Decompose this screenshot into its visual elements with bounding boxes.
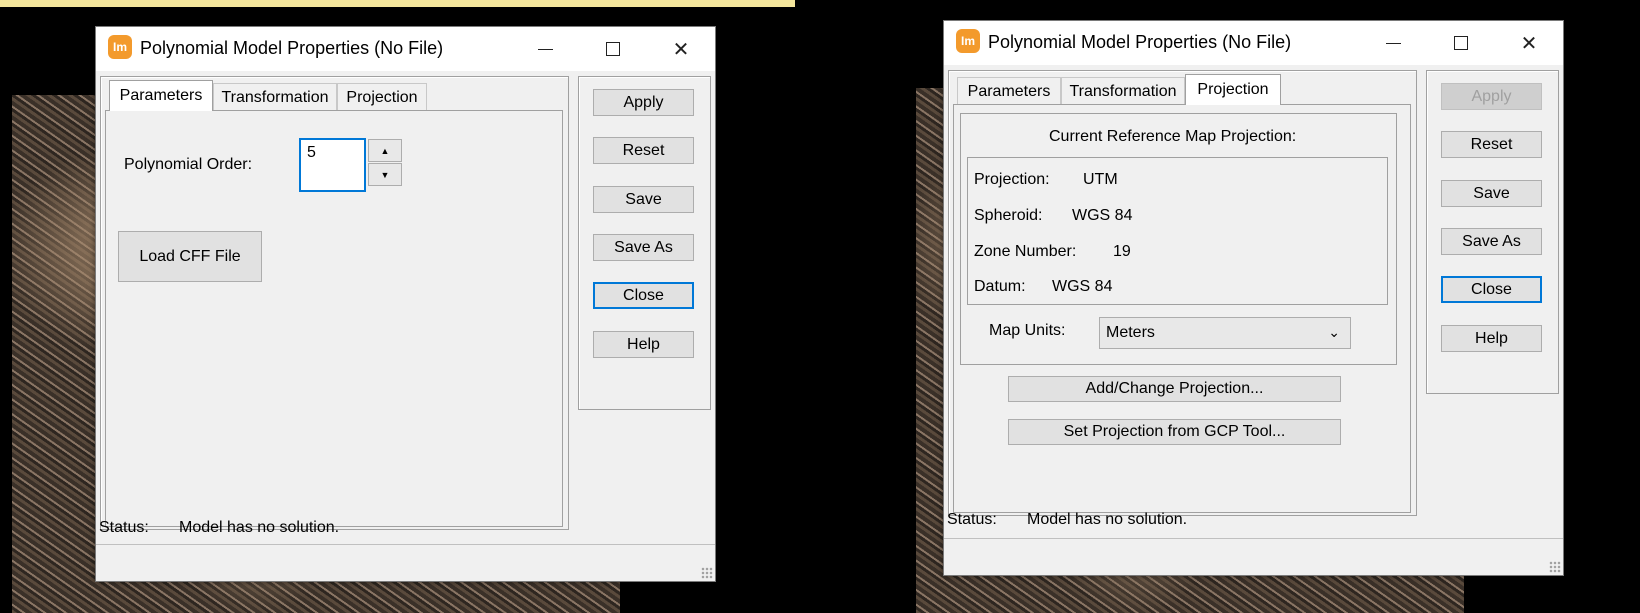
maximize-button[interactable] [579, 27, 647, 71]
highlight-strip [0, 0, 795, 7]
apply-button[interactable]: Apply [1441, 83, 1542, 110]
reset-button[interactable]: Reset [1441, 131, 1542, 158]
maximize-icon [1454, 36, 1468, 50]
projection-info-box: Projection: UTM Spheroid: WGS 84 Zone Nu… [967, 157, 1388, 305]
tab-projection[interactable]: Projection [1185, 74, 1281, 105]
spin-up-button[interactable]: ▲ [368, 139, 402, 162]
arrow-down-icon: ▼ [380, 169, 390, 180]
spin-down-button[interactable]: ▼ [368, 163, 402, 186]
close-window-button[interactable]: ✕ [1495, 21, 1563, 65]
resize-grip-icon[interactable] [1549, 561, 1561, 573]
button-panel: Apply Reset Save Save As Close Help [578, 76, 711, 410]
datum-label: Datum: [974, 278, 1026, 295]
tab-projection[interactable]: Projection [337, 83, 427, 111]
title-bar: Im Polynomial Model Properties (No File)… [96, 27, 715, 71]
map-units-label: Map Units: [989, 322, 1066, 339]
spheroid-label: Spheroid: [974, 207, 1043, 224]
main-panel: Parameters Transformation Projection Pol… [100, 76, 569, 530]
reset-button[interactable]: Reset [593, 137, 694, 164]
zone-number-value: 19 [1113, 243, 1131, 260]
tab-page-projection: Current Reference Map Projection: Projec… [953, 104, 1411, 513]
save-as-button[interactable]: Save As [1441, 228, 1542, 255]
reference-projection-group: Current Reference Map Projection: Projec… [960, 113, 1397, 365]
help-button[interactable]: Help [1441, 325, 1542, 352]
window-title: Polynomial Model Properties (No File) [140, 38, 444, 58]
tab-parameters[interactable]: Parameters [109, 80, 213, 111]
close-button[interactable]: Close [1441, 276, 1542, 303]
minimize-button[interactable] [1359, 21, 1427, 65]
close-icon: ✕ [672, 38, 690, 61]
datum-value: WGS 84 [1052, 278, 1113, 295]
maximize-icon [606, 42, 620, 56]
maximize-button[interactable] [1427, 21, 1495, 65]
tab-page-parameters: Polynomial Order: 5 ▲ ▼ Load CFF File [105, 110, 563, 527]
app-icon: Im [108, 35, 132, 59]
spheroid-value: WGS 84 [1072, 207, 1133, 224]
status-label: Status: [99, 519, 149, 536]
tab-transformation[interactable]: Transformation [213, 83, 337, 111]
polynomial-order-label: Polynomial Order: [124, 156, 253, 173]
set-projection-from-gcp-button[interactable]: Set Projection from GCP Tool... [1008, 419, 1341, 445]
status-text: Model has no solution. [179, 519, 340, 536]
tab-parameters[interactable]: Parameters [957, 77, 1061, 105]
add-change-projection-button[interactable]: Add/Change Projection... [1008, 376, 1341, 402]
projection-value: UTM [1083, 171, 1118, 188]
save-button[interactable]: Save [593, 186, 694, 213]
projection-label: Projection: [974, 171, 1050, 188]
arrow-up-icon: ▲ [380, 145, 390, 156]
minimize-icon [1385, 42, 1401, 44]
load-cff-file-button[interactable]: Load CFF File [118, 231, 262, 282]
close-button[interactable]: Close [593, 282, 694, 309]
chevron-down-icon: ⌄ [1328, 324, 1340, 340]
status-label: Status: [947, 511, 997, 528]
zone-number-label: Zone Number: [974, 243, 1077, 260]
status-divider [944, 538, 1563, 539]
close-window-button[interactable]: ✕ [647, 27, 715, 71]
minimize-button[interactable] [511, 27, 579, 71]
button-panel: Apply Reset Save Save As Close Help [1426, 70, 1559, 394]
minimize-icon [537, 48, 553, 50]
window-title: Polynomial Model Properties (No File) [988, 32, 1292, 52]
save-as-button[interactable]: Save As [593, 234, 694, 261]
group-title: Current Reference Map Projection: [1049, 128, 1297, 145]
status-text: Model has no solution. [1027, 511, 1188, 528]
help-button[interactable]: Help [593, 331, 694, 358]
app-icon: Im [956, 29, 980, 53]
apply-button[interactable]: Apply [593, 89, 694, 116]
polynomial-order-input[interactable]: 5 [299, 138, 366, 192]
properties-window-right: Im Polynomial Model Properties (No File)… [943, 20, 1564, 576]
main-panel: Parameters Transformation Projection Cur… [948, 70, 1417, 516]
map-units-select[interactable]: Meters ⌄ [1099, 317, 1351, 349]
title-bar: Im Polynomial Model Properties (No File)… [944, 21, 1563, 65]
close-icon: ✕ [1520, 32, 1538, 55]
map-units-value: Meters [1106, 324, 1155, 341]
resize-grip-icon[interactable] [701, 567, 713, 579]
status-divider [96, 544, 715, 545]
tab-transformation[interactable]: Transformation [1061, 77, 1185, 105]
save-button[interactable]: Save [1441, 180, 1542, 207]
properties-window-left: Im Polynomial Model Properties (No File)… [95, 26, 716, 582]
